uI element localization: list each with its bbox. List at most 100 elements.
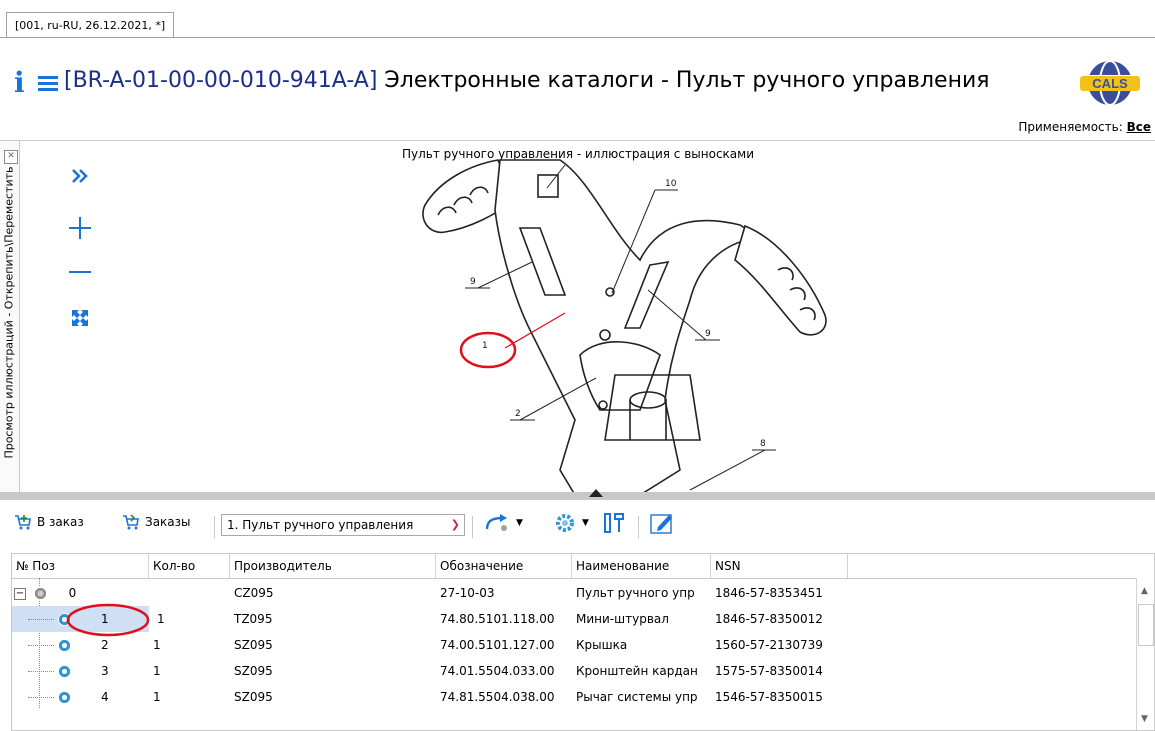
column-header[interactable]: № Поз [12, 554, 149, 578]
settings-button[interactable]: ▼ [554, 512, 589, 534]
navigate-button[interactable]: ▼ [484, 512, 523, 534]
position-value: 0 [68, 586, 77, 600]
chevron-down-icon: ❯ [450, 518, 460, 531]
scroll-thumb[interactable] [1138, 604, 1154, 646]
document-title: Электронные каталоги - Пульт ручного упр… [377, 68, 990, 93]
parts-toolbar: В заказ Заказы 1. Пульт ручного управлен… [0, 506, 1155, 546]
page-title: [BR-A-01-00-00-010-941A-A] Электронные к… [64, 64, 990, 98]
column-header[interactable]: Наименование [572, 554, 711, 578]
qty-cell: 1 [153, 664, 161, 678]
callout-label[interactable]: 1 [482, 341, 488, 351]
designation-cell: 74.80.5101.118.00 [440, 612, 555, 626]
table-row[interactable]: 4 1 SZ095 74.81.5504.038.00 Рычаг систем… [12, 684, 1139, 710]
qty-cell: 1 [153, 638, 161, 652]
designation-cell: 27-10-03 [440, 586, 495, 600]
assembly-select[interactable]: 1. Пульт ручного управления ❯ [221, 514, 465, 536]
toolbar-divider [214, 516, 215, 538]
part-gear-icon [58, 691, 71, 704]
fit-screen-icon[interactable] [60, 300, 100, 336]
zoom-out-icon[interactable] [60, 254, 100, 290]
manufacturer-cell: SZ095 [234, 638, 273, 652]
manufacturer-cell: CZ095 [234, 586, 274, 600]
name-cell: Крышка [576, 638, 628, 652]
dropdown-arrow-icon[interactable]: ▼ [516, 518, 523, 528]
tools-button[interactable] [602, 512, 626, 534]
designation-cell: 74.81.5504.038.00 [440, 690, 555, 704]
toolbar-divider [472, 516, 473, 538]
nsn-cell: 1560-57-2130739 [715, 638, 823, 652]
position-value: 3 [101, 664, 109, 678]
scroll-down-icon[interactable]: ▼ [1141, 714, 1148, 724]
assembly-select-value: 1. Пульт ручного управления [227, 518, 414, 532]
callout-label: 9 [705, 329, 711, 339]
designation-cell: 74.00.5101.127.00 [440, 638, 555, 652]
tools-icon [604, 513, 624, 533]
position-value: 4 [101, 690, 109, 704]
table-row[interactable]: 2 1 SZ095 74.00.5101.127.00 Крышка 1560-… [12, 632, 1139, 658]
hand-controller-illustration[interactable]: 10 9 9 1 2 8 [380, 150, 840, 495]
nsn-cell: 1546-57-8350015 [715, 690, 823, 704]
zoom-in-icon[interactable] [60, 210, 100, 246]
qty-cell: 1 [157, 612, 165, 626]
collapse-icon[interactable]: − [14, 587, 26, 600]
callout-label: 10 [665, 179, 677, 189]
manufacturer-cell: TZ095 [234, 612, 273, 626]
vertical-scrollbar[interactable]: ▲ ▼ [1136, 578, 1154, 730]
position-value: 2 [101, 638, 109, 652]
cart-add-icon [15, 515, 31, 530]
hamburger-menu-icon[interactable] [38, 76, 58, 91]
info-icon[interactable]: i [14, 68, 25, 98]
tab-divider [0, 37, 1155, 38]
orders-label: Заказы [145, 515, 191, 529]
nsn-cell: 1575-57-8350014 [715, 664, 823, 678]
pencil-icon [650, 514, 672, 534]
header-divider [0, 140, 1155, 141]
edit-button[interactable] [650, 512, 674, 534]
nsn-cell: 1846-57-8350012 [715, 612, 823, 626]
nsn-cell: 1846-57-8353451 [715, 586, 823, 600]
svg-text:CALS: CALS [1092, 76, 1128, 91]
orders-button[interactable]: Заказы [122, 514, 191, 530]
name-cell: Пульт ручного упр [576, 586, 695, 600]
panel-splitter[interactable] [0, 489, 1155, 500]
side-panel-label[interactable]: Просмотр иллюстраций - Открепить\Перемес… [3, 138, 16, 488]
table-header: № Поз Кол-во Производитель Обозначение Н… [12, 554, 1154, 579]
position-cell: 3 [12, 658, 149, 684]
route-arrow-icon [485, 514, 507, 531]
column-header[interactable]: Кол-во [149, 554, 230, 578]
add-to-order-label: В заказ [37, 515, 84, 529]
cart-icon [123, 514, 139, 530]
document-tab[interactable]: [001, ru-RU, 26.12.2021, *] [6, 12, 175, 38]
table-row[interactable]: − 0 CZ095 27-10-03 Пульт ручного упр 184… [12, 580, 1139, 606]
document-code: [BR-A-01-00-00-010-941A-A] [64, 68, 378, 93]
gear-icon [556, 514, 574, 532]
name-cell: Мини-штурвал [576, 612, 669, 626]
applicability: Применяемость: Все [1018, 120, 1151, 134]
collapse-arrow-icon[interactable] [589, 489, 603, 497]
column-header[interactable]: Обозначение [436, 554, 572, 578]
part-gear-icon [58, 639, 71, 652]
dropdown-arrow-icon[interactable]: ▼ [582, 518, 589, 528]
position-cell: 4 [12, 684, 149, 710]
manufacturer-cell: SZ095 [234, 664, 273, 678]
part-gear-icon [58, 665, 71, 678]
toolbar-divider [638, 516, 639, 538]
highlight-ellipse [66, 603, 150, 637]
assembly-gear-icon [33, 587, 47, 600]
designation-cell: 74.01.5504.033.00 [440, 664, 555, 678]
scroll-up-icon[interactable]: ▲ [1141, 586, 1148, 596]
cals-globe-logo: CALS [1080, 60, 1140, 106]
table-row[interactable]: 1 1 TZ095 74.80.5101.118.00 Мини-штурвал… [12, 606, 1139, 632]
qty-cell [149, 580, 230, 606]
callout-label: 8 [760, 439, 766, 449]
expand-right-icon[interactable] [60, 158, 100, 194]
add-to-order-button[interactable]: В заказ [14, 514, 84, 530]
name-cell: Рычаг системы упр [576, 690, 698, 704]
applicability-value-link[interactable]: Все [1127, 120, 1151, 134]
parts-table: № Поз Кол-во Производитель Обозначение Н… [11, 553, 1155, 731]
table-row[interactable]: 3 1 SZ095 74.01.5504.033.00 Кронштейн ка… [12, 658, 1139, 684]
name-cell: Кронштейн кардан [576, 664, 698, 678]
manufacturer-cell: SZ095 [234, 690, 273, 704]
column-header[interactable]: NSN [711, 554, 848, 578]
column-header[interactable]: Производитель [230, 554, 436, 578]
